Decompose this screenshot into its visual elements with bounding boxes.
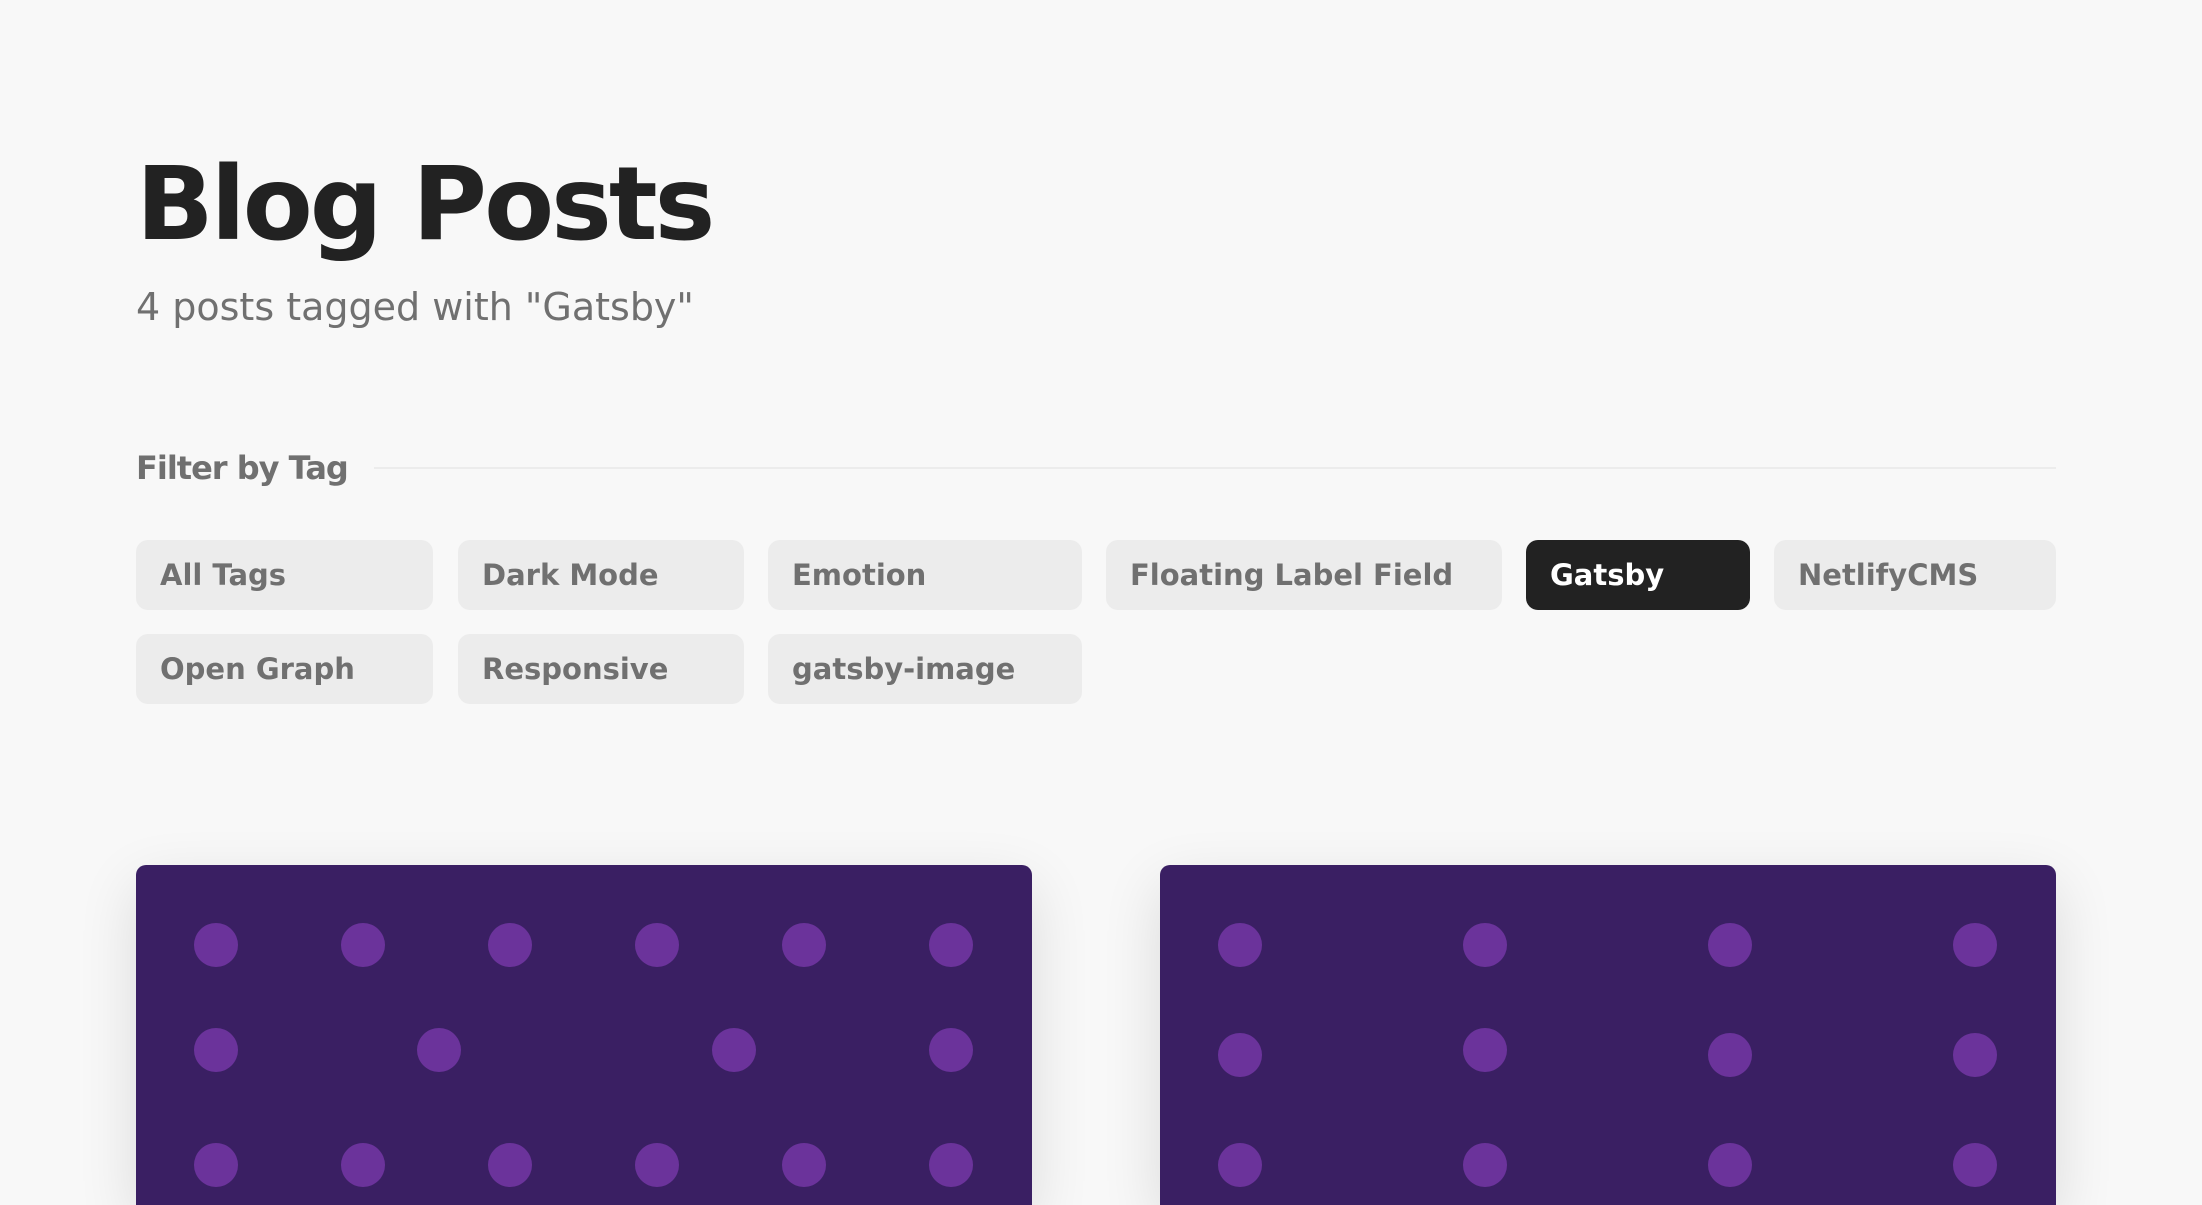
pattern-dot [1953,1033,1997,1077]
pattern-dot [929,1143,973,1187]
filter-section-header: Filter by Tag [136,446,2056,490]
tag-open-graph[interactable]: Open Graph [136,634,433,704]
pattern-dot [341,1143,385,1187]
tag-gatsby[interactable]: Gatsby [1526,540,1750,610]
tag-dark-mode[interactable]: Dark Mode [458,540,744,610]
pattern-dot [929,923,973,967]
post-card[interactable] [1160,865,2056,1205]
pattern-dot [1953,1143,1997,1187]
post-card-image [136,865,1032,1205]
pattern-dot [929,1028,973,1072]
pattern-dot [1463,1028,1507,1072]
tag-all-tags[interactable]: All Tags [136,540,433,610]
tag-responsive[interactable]: Responsive [458,634,744,704]
pattern-dot [341,923,385,967]
pattern-dot [635,923,679,967]
pattern-dot [488,1143,532,1187]
pattern-dot [488,923,532,967]
pattern-dot [1463,1143,1507,1187]
post-card-image [1160,865,2056,1205]
tag-netlifycms[interactable]: NetlifyCMS [1774,540,2056,610]
pattern-dot [1953,923,1997,967]
tag-gatsby-image[interactable]: gatsby-image [768,634,1082,704]
tag-floating-label-field[interactable]: Floating Label Field [1106,540,1502,610]
pattern-dot [712,1028,756,1072]
page-title: Blog Posts [136,145,715,264]
page-subtitle: 4 posts tagged with "Gatsby" [136,285,694,329]
pattern-dot [194,923,238,967]
divider [373,467,2056,469]
pattern-dot [194,1028,238,1072]
pattern-dot [635,1143,679,1187]
pattern-dot [1463,923,1507,967]
pattern-dot [1708,1143,1752,1187]
filter-heading: Filter by Tag [136,449,349,487]
pattern-dot [782,1143,826,1187]
post-card[interactable] [136,865,1032,1205]
tag-emotion[interactable]: Emotion [768,540,1082,610]
pattern-dot [1708,923,1752,967]
pattern-dot [782,923,826,967]
pattern-dot [1218,923,1262,967]
pattern-dot [417,1028,461,1072]
pattern-dot [1218,1033,1262,1077]
pattern-dot [194,1143,238,1187]
pattern-dot [1218,1143,1262,1187]
pattern-dot [1708,1033,1752,1077]
